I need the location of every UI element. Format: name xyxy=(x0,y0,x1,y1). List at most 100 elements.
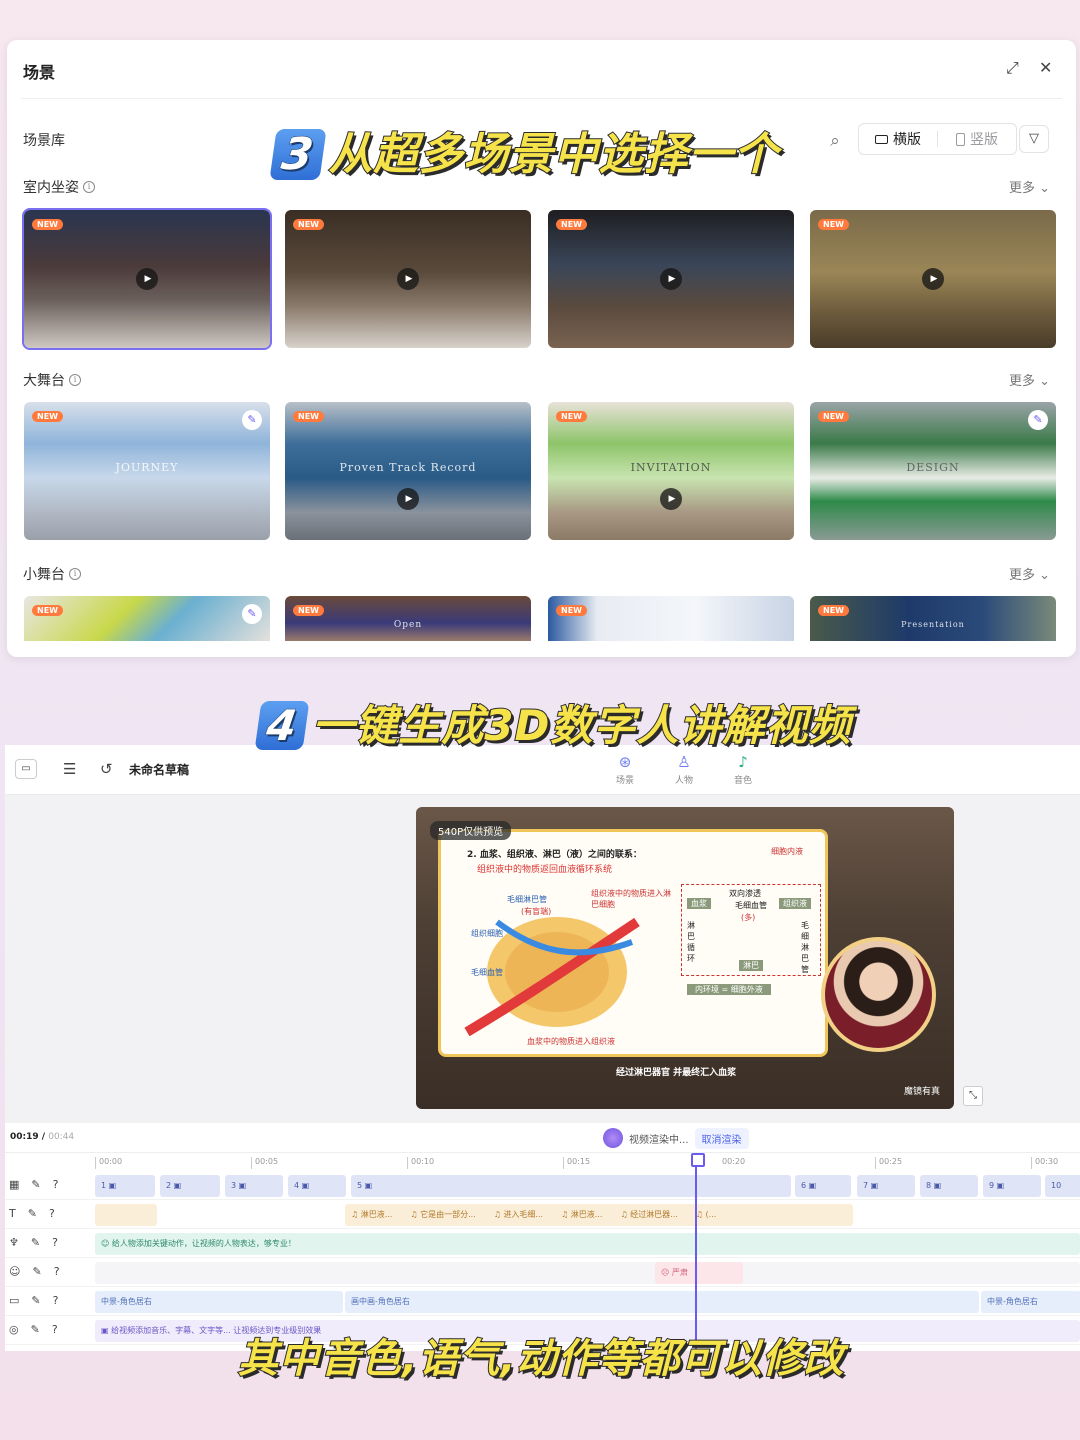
portrait-option[interactable]: 竖版 xyxy=(938,129,1016,149)
scene-card[interactable]: NEW ▶ xyxy=(285,210,531,348)
scene-clip[interactable]: 3 ▣ xyxy=(225,1175,283,1197)
scene-card[interactable]: NEW Presentation xyxy=(810,596,1056,641)
help-icon[interactable]: ? xyxy=(52,1323,58,1336)
play-icon[interactable]: ▶ xyxy=(660,487,682,510)
scene-clip[interactable]: 1 ▣ xyxy=(95,1175,155,1197)
speech-clip[interactable]: ♫ 经过淋巴器... xyxy=(620,1204,677,1226)
play-icon[interactable]: ▶ xyxy=(660,268,682,290)
edit-icon[interactable]: ✎ xyxy=(31,1294,40,1307)
scene-card[interactable]: NEW ▶ xyxy=(810,210,1056,348)
slide-label: 血浆中的物质进入组织液 xyxy=(527,1037,615,1046)
section-label-big-stage: 大舞台 i xyxy=(23,370,81,390)
landscape-option[interactable]: 横版 xyxy=(859,129,937,149)
card-text: JOURNEY xyxy=(115,461,179,474)
speech-clip[interactable]: ♫ 淋巴液... xyxy=(351,1204,392,1226)
more-button[interactable]: 更多 ⌄ xyxy=(1009,370,1050,389)
camera-clip[interactable]: 画中画-角色居右 xyxy=(345,1291,979,1313)
history-icon[interactable]: ↺ xyxy=(100,760,113,778)
scene-card[interactable]: NEW DESIGN ✎ xyxy=(810,402,1056,540)
more-button[interactable]: 更多 ⌄ xyxy=(1009,564,1050,583)
edit-icon[interactable]: ✎ xyxy=(242,410,262,430)
landscape-label: 横版 xyxy=(893,132,921,148)
ruler-tick: 00:25 xyxy=(875,1157,902,1169)
scene-card[interactable]: NEW ▶ xyxy=(22,208,272,350)
scene-clip[interactable]: 8 ▣ xyxy=(920,1175,978,1197)
scene-clip[interactable]: 9 ▣ xyxy=(983,1175,1041,1197)
play-icon[interactable]: ▶ xyxy=(136,268,158,290)
play-icon[interactable]: ▶ xyxy=(397,487,419,510)
filter-button[interactable]: ▽ xyxy=(1019,125,1049,153)
tab-label: 音色 xyxy=(733,776,752,786)
orientation-toggle[interactable]: 横版 竖版 xyxy=(858,123,1017,155)
tab-scene[interactable]: ⊛ 场景 xyxy=(605,753,645,786)
video-preview[interactable]: 540P仅供预览 2. 血浆、组织液、淋巴（液）之间的联系： 组织液中的物质返回… xyxy=(416,807,954,1109)
help-icon[interactable]: ? xyxy=(49,1207,55,1220)
help-icon[interactable]: ? xyxy=(54,1265,60,1278)
scene-card[interactable]: NEW Proven Track Record ▶ xyxy=(285,402,531,540)
music-icon[interactable]: ◎ xyxy=(9,1323,19,1336)
help-icon[interactable]: ? xyxy=(52,1236,58,1249)
tab-character[interactable]: ♙ 人物 xyxy=(664,753,704,786)
scene-clip[interactable]: 7 ▣ xyxy=(857,1175,915,1197)
monitor-icon[interactable]: ▭ xyxy=(15,759,37,779)
speech-clip-group[interactable]: ♫ 淋巴液... ♫ 它是由一部分... ♫ 进入毛细... ♫ 淋巴液... … xyxy=(345,1204,853,1226)
text-icon[interactable]: T xyxy=(9,1207,16,1220)
expression-clip[interactable]: ☹ 严肃 xyxy=(655,1262,743,1284)
scene-card[interactable]: NEW INVITATION ▶ xyxy=(548,402,794,540)
draft-title[interactable]: 未命名草稿 xyxy=(129,761,189,778)
face-icon[interactable]: ☺ xyxy=(9,1265,20,1278)
pose-icon[interactable]: ♆ xyxy=(9,1236,19,1249)
edit-icon[interactable]: ✎ xyxy=(31,1323,40,1336)
help-icon[interactable]: ? xyxy=(53,1178,59,1191)
tab-voice[interactable]: ♪ 音色 xyxy=(723,753,763,786)
scene-clip[interactable]: 5 ▣ xyxy=(351,1175,791,1197)
playhead[interactable] xyxy=(691,1153,705,1351)
edit-icon[interactable]: ✎ xyxy=(31,1178,40,1191)
menu-icon[interactable]: ☰ xyxy=(63,760,76,778)
scene-card[interactable]: NEW ✎ xyxy=(24,596,270,641)
clip-text: 进入毛细... xyxy=(503,1210,544,1219)
clip-number: 4 xyxy=(294,1181,300,1190)
slide-label: 毛细血管 xyxy=(471,968,503,977)
edit-icon[interactable]: ✎ xyxy=(1028,410,1048,430)
camera-icon[interactable]: ▭ xyxy=(9,1294,19,1307)
ruler-tick: 00:00 xyxy=(95,1157,122,1169)
speech-clip[interactable]: ♫ 淋巴液... xyxy=(561,1204,602,1226)
edit-icon[interactable]: ✎ xyxy=(32,1265,41,1278)
film-icon[interactable]: ▦ xyxy=(9,1178,19,1191)
scene-clip[interactable]: 6 ▣ xyxy=(795,1175,851,1197)
camera-clip[interactable]: 中景-角色居右 xyxy=(95,1291,343,1313)
camera-clip[interactable]: 中景-角色居右 xyxy=(981,1291,1080,1313)
help-icon[interactable]: ? xyxy=(53,1294,59,1307)
expand-icon[interactable]: ⤢ xyxy=(1006,58,1019,78)
slide-label: 淋巴循环 xyxy=(687,921,695,963)
section-title: 大舞台 xyxy=(23,373,65,389)
more-button[interactable]: 更多 ⌄ xyxy=(1009,177,1050,196)
scene-clip[interactable]: 2 ▣ xyxy=(160,1175,220,1197)
edit-icon[interactable]: ✎ xyxy=(28,1207,37,1220)
speech-clip[interactable]: ♫ (... xyxy=(696,1204,716,1226)
speech-clip[interactable]: ♫ 它是由一部分... xyxy=(410,1204,475,1226)
scene-card[interactable]: NEW xyxy=(548,596,794,641)
scene-card[interactable]: NEW ▶ xyxy=(548,210,794,348)
close-icon[interactable]: ✕ xyxy=(1039,58,1052,77)
edit-icon[interactable]: ✎ xyxy=(31,1236,40,1249)
speech-clip[interactable] xyxy=(95,1204,157,1226)
clip-number: 10 xyxy=(1051,1181,1062,1190)
track-speech: T ✎? ♫ 淋巴液... ♫ 它是由一部分... ♫ 进入毛细... ♫ 淋巴液… xyxy=(5,1200,1080,1229)
scene-card[interactable]: NEW Open xyxy=(285,596,531,641)
scene-clip[interactable]: 4 ▣ xyxy=(288,1175,346,1197)
edit-icon[interactable]: ✎ xyxy=(242,604,262,624)
scene-clip[interactable]: 10 xyxy=(1045,1175,1080,1197)
track-controls: ▦ ✎? xyxy=(9,1178,58,1191)
search-icon[interactable]: ⌕ xyxy=(822,128,848,154)
play-icon[interactable]: ▶ xyxy=(922,268,944,290)
action-hint-bar[interactable]: ☺ 给人物添加关键动作，让视频的人物表达，够专业！ xyxy=(95,1233,1080,1255)
fullscreen-icon[interactable]: ⤡ xyxy=(963,1086,983,1106)
new-badge: NEW xyxy=(32,605,63,616)
cancel-render-button[interactable]: 取消渲染 xyxy=(694,1127,749,1149)
ruler-tick: 00:10 xyxy=(407,1157,434,1169)
speech-clip[interactable]: ♫ 进入毛细... xyxy=(494,1204,543,1226)
play-icon[interactable]: ▶ xyxy=(397,268,419,290)
scene-card[interactable]: NEW JOURNEY ✎ xyxy=(24,402,270,540)
